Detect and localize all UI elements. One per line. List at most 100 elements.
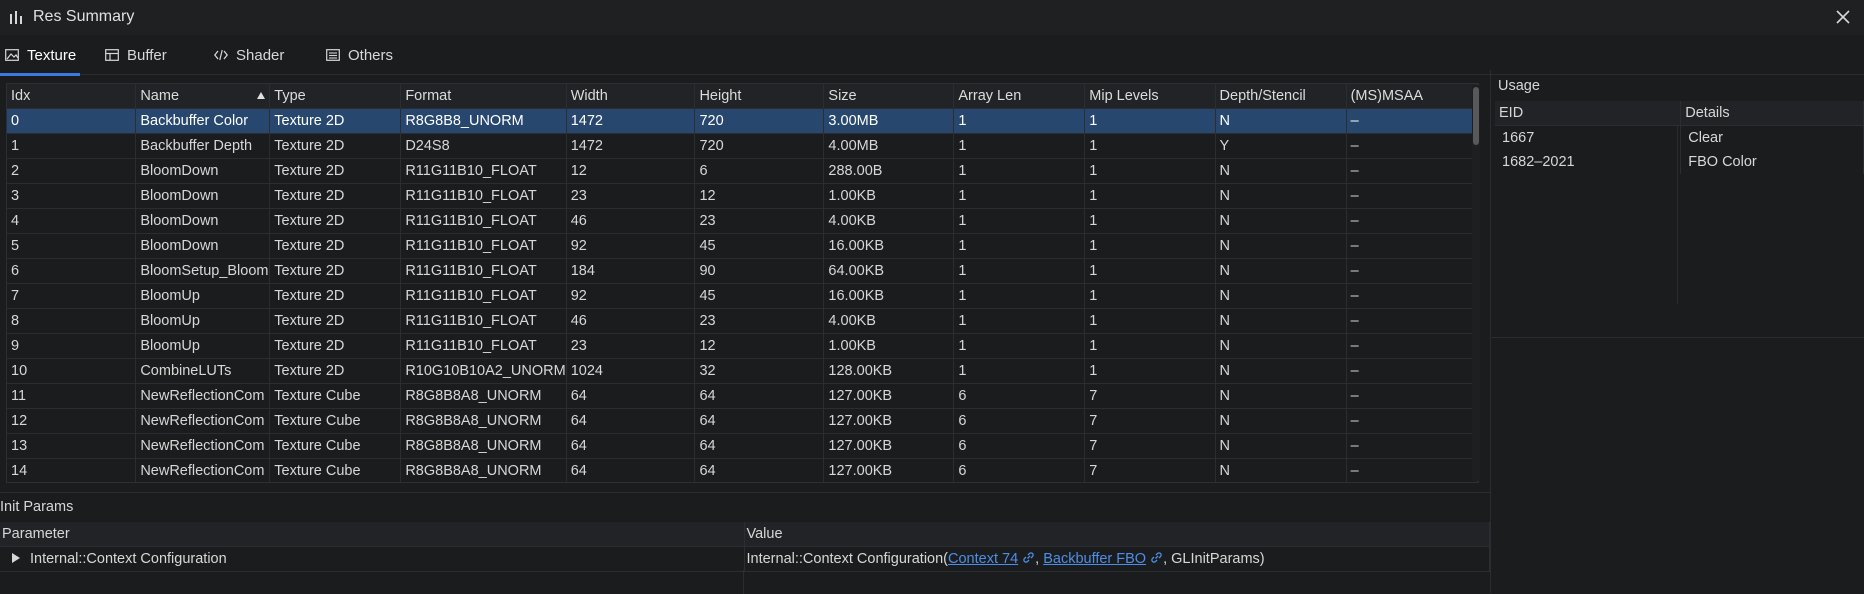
cell-msaa: – bbox=[1346, 283, 1478, 309]
cell-msaa: – bbox=[1346, 233, 1478, 259]
cell-type: Texture 2D bbox=[269, 183, 402, 209]
table-row[interactable]: 5 BloomDown Texture 2D R11G11B10_FLOAT 92 45 1… bbox=[7, 233, 1478, 259]
sort-ascending-icon bbox=[257, 92, 266, 99]
cell-depth-stencil: N bbox=[1215, 458, 1347, 482]
tab-label: Texture bbox=[27, 47, 77, 64]
table-row[interactable]: 13 NewReflectionCom Texture Cube R8G8B8A8_U… bbox=[7, 433, 1478, 459]
resource-table: Idx Name Type Format Width Height Size Array Le… bbox=[6, 83, 1479, 483]
table-row[interactable]: 1 Backbuffer Depth Texture 2D D24S8 1472 720 4… bbox=[7, 133, 1478, 159]
cell-idx: 6 bbox=[7, 258, 137, 284]
column-header-format[interactable]: Format bbox=[400, 84, 567, 109]
cell-type: Texture 2D bbox=[269, 358, 402, 384]
cell-format: D24S8 bbox=[400, 133, 567, 159]
cell-msaa: – bbox=[1346, 308, 1478, 334]
cell-size: 16.00KB bbox=[823, 283, 955, 309]
table-row[interactable]: 12 NewReflectionCom Texture Cube R8G8B8A8_U… bbox=[7, 408, 1478, 434]
usage-details: Clear bbox=[1680, 125, 1864, 150]
usage-row[interactable]: 1682–2021 FBO Color bbox=[1495, 150, 1864, 174]
cell-array-len: 1 bbox=[953, 233, 1086, 259]
context-link[interactable]: Context 74 bbox=[948, 551, 1018, 567]
column-header-mip-levels[interactable]: Mip Levels bbox=[1084, 84, 1216, 109]
cell-height: 12 bbox=[694, 183, 825, 209]
cell-name: BloomUp bbox=[135, 333, 271, 359]
cell-msaa: – bbox=[1346, 433, 1478, 459]
cell-format: R8G8B8A8_UNORM bbox=[400, 408, 567, 434]
column-header-array-len[interactable]: Array Len bbox=[953, 84, 1086, 109]
column-header-ms-msaa[interactable]: (MS)MSAA bbox=[1346, 84, 1478, 109]
tab-others[interactable]: Others bbox=[326, 36, 393, 74]
column-header-name[interactable]: Name bbox=[135, 84, 271, 109]
cell-idx: 14 bbox=[7, 458, 137, 482]
param-col-value[interactable]: Value bbox=[744, 522, 1490, 547]
table-row[interactable]: 0 Backbuffer Color Texture 2D R8G8B8_UNORM 1… bbox=[7, 108, 1478, 134]
table-row[interactable]: 11 NewReflectionCom Texture Cube R8G8B8A8_U… bbox=[7, 383, 1478, 409]
cell-size: 127.00KB bbox=[823, 458, 955, 482]
table-row[interactable]: 8 BloomUp Texture 2D R11G11B10_FLOAT 46 23 4.0… bbox=[7, 308, 1478, 334]
column-header-width[interactable]: Width bbox=[566, 84, 696, 109]
cell-width: 184 bbox=[566, 258, 696, 284]
list-icon bbox=[326, 49, 340, 61]
table-row[interactable]: 4 BloomDown Texture 2D R11G11B10_FLOAT 46 23 4… bbox=[7, 208, 1478, 234]
cell-width: 23 bbox=[566, 183, 696, 209]
cell-array-len: 1 bbox=[953, 358, 1086, 384]
cell-width: 12 bbox=[566, 158, 696, 184]
cell-array-len: 6 bbox=[953, 408, 1086, 434]
column-header-idx[interactable]: Idx bbox=[7, 84, 137, 109]
column-header-size[interactable]: Size bbox=[823, 84, 955, 109]
table-row[interactable]: 10 CombineLUTs Texture 2D R10G10B10A2_UNORM… bbox=[7, 358, 1478, 384]
param-row[interactable]: Internal::Context Configuration Internal… bbox=[0, 546, 1490, 572]
column-header-depth-stencil[interactable]: Depth/Stencil bbox=[1215, 84, 1347, 109]
cell-height: 23 bbox=[694, 308, 825, 334]
usage-column-divider bbox=[1677, 125, 1678, 304]
cell-msaa: – bbox=[1346, 383, 1478, 409]
scrollbar-thumb[interactable] bbox=[1473, 87, 1479, 145]
backbuffer-fbo-link[interactable]: Backbuffer FBO bbox=[1043, 551, 1146, 567]
cell-name: BloomDown bbox=[135, 208, 271, 234]
link-icon[interactable] bbox=[1022, 551, 1035, 564]
table-row[interactable]: 3 BloomDown Texture 2D R11G11B10_FLOAT 23 12 1… bbox=[7, 183, 1478, 209]
column-header-height[interactable]: Height bbox=[694, 84, 825, 109]
cell-width: 92 bbox=[566, 283, 696, 309]
usage-col-eid[interactable]: EID bbox=[1495, 101, 1682, 126]
usage-row[interactable]: 1667 Clear bbox=[1495, 125, 1864, 150]
title-bar: Res Summary bbox=[0, 0, 1864, 35]
usage-details: FBO Color bbox=[1680, 150, 1864, 174]
table-row[interactable]: 2 BloomDown Texture 2D R11G11B10_FLOAT 12 6 28… bbox=[7, 158, 1478, 184]
table-row[interactable]: 14 NewReflectionCom Texture Cube R8G8B8A8_U… bbox=[7, 458, 1478, 482]
cell-size: 4.00KB bbox=[823, 308, 955, 334]
table-row[interactable]: 9 BloomUp Texture 2D R11G11B10_FLOAT 23 12 1.0… bbox=[7, 333, 1478, 359]
cell-msaa: – bbox=[1346, 258, 1478, 284]
resource-table-scrollbar[interactable] bbox=[1472, 85, 1480, 481]
cell-idx: 2 bbox=[7, 158, 137, 184]
cell-type: Texture 2D bbox=[269, 308, 402, 334]
expand-arrow-icon[interactable] bbox=[12, 553, 20, 563]
cell-height: 64 bbox=[694, 408, 825, 434]
tab-shader[interactable]: Shader bbox=[214, 36, 284, 74]
param-col-parameter[interactable]: Parameter bbox=[0, 522, 745, 547]
cell-type: Texture Cube bbox=[269, 433, 402, 459]
cell-mip-levels: 1 bbox=[1084, 133, 1216, 159]
tab-texture[interactable]: Texture bbox=[5, 36, 76, 74]
cell-name: NewReflectionCom bbox=[135, 433, 271, 459]
cell-msaa: – bbox=[1346, 408, 1478, 434]
cell-type: Texture 2D bbox=[269, 333, 402, 359]
tab-buffer[interactable]: Buffer bbox=[105, 36, 167, 74]
column-header-type[interactable]: Type bbox=[269, 84, 402, 109]
cell-type: Texture 2D bbox=[269, 283, 402, 309]
resource-table-header: Idx Name Type Format Width Height Size Array Le… bbox=[7, 84, 1478, 109]
usage-col-details[interactable]: Details bbox=[1680, 101, 1864, 126]
cell-format: R8G8B8_UNORM bbox=[400, 108, 567, 134]
table-row[interactable]: 7 BloomUp Texture 2D R11G11B10_FLOAT 92 45 16.… bbox=[7, 283, 1478, 309]
table-row[interactable]: 6 BloomSetup_Bloom Texture 2D R11G11B10_FLO… bbox=[7, 258, 1478, 284]
cell-width: 64 bbox=[566, 408, 696, 434]
cell-name: BloomDown bbox=[135, 183, 271, 209]
cell-array-len: 6 bbox=[953, 383, 1086, 409]
link-icon[interactable] bbox=[1150, 551, 1163, 564]
cell-size: 127.00KB bbox=[823, 408, 955, 434]
cell-mip-levels: 1 bbox=[1084, 333, 1216, 359]
close-icon[interactable] bbox=[1832, 6, 1854, 28]
cell-idx: 4 bbox=[7, 208, 137, 234]
cell-width: 1472 bbox=[566, 133, 696, 159]
cell-mip-levels: 1 bbox=[1084, 358, 1216, 384]
cell-format: R11G11B10_FLOAT bbox=[400, 233, 567, 259]
